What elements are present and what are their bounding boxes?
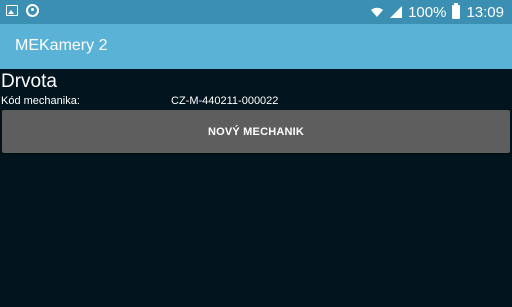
status-right: 100% 13:09 — [370, 2, 504, 22]
mechanic-name: Drvota — [1, 71, 57, 92]
signal-icon — [390, 6, 403, 18]
clock: 13:09 — [466, 3, 504, 21]
app-title: MEKamery 2 — [15, 37, 108, 54]
battery-percent: 100% — [408, 3, 447, 21]
battery-icon — [452, 3, 461, 19]
mechanic-code-value: CZ-M-440211-000022 — [171, 95, 279, 107]
new-mechanic-button[interactable]: NOVÝ MECHANIK — [2, 110, 510, 153]
status-bar: 100% 13:09 — [0, 0, 512, 24]
sync-icon — [26, 4, 39, 17]
image-icon — [6, 5, 18, 16]
mechanic-code-label: Kód mechanika: — [1, 95, 80, 107]
wifi-icon — [371, 7, 384, 17]
notification-icons — [6, 4, 39, 17]
app-bar: MEKamery 2 — [0, 24, 512, 69]
